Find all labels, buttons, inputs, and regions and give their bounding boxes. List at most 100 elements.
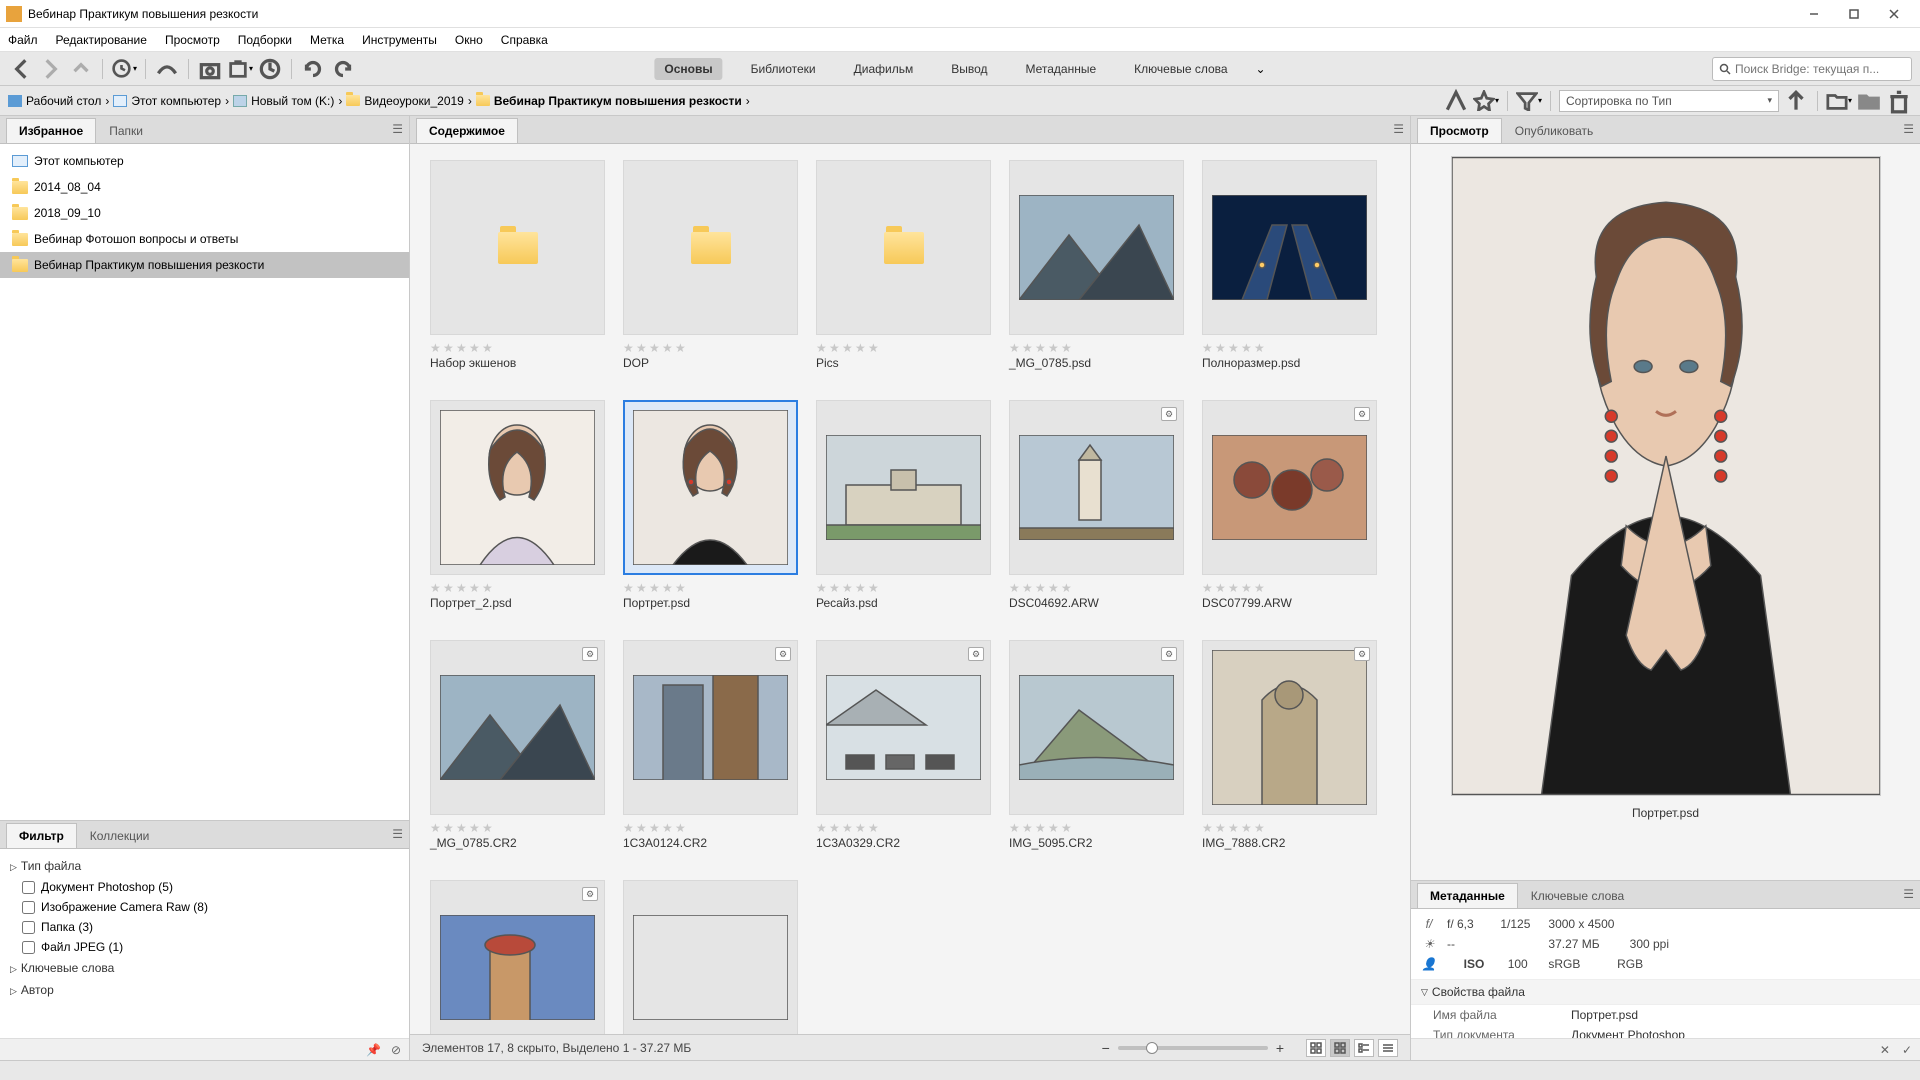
panel-menu-icon[interactable]: ☰ bbox=[1903, 887, 1914, 901]
sort-direction-button[interactable] bbox=[1783, 88, 1809, 114]
zoom-in-button[interactable]: + bbox=[1276, 1040, 1284, 1056]
view-grid-button[interactable] bbox=[1306, 1039, 1326, 1057]
tree-item[interactable]: Вебинар Практикум повышения резкости bbox=[0, 252, 409, 278]
view-thumbnail-button[interactable] bbox=[1330, 1039, 1350, 1057]
thumbnail[interactable]: ★★★★★ bbox=[623, 880, 798, 1034]
zoom-out-button[interactable]: − bbox=[1102, 1040, 1110, 1056]
rating[interactable]: ★★★★★ bbox=[1202, 581, 1377, 592]
menu-Окно[interactable]: Окно bbox=[455, 33, 483, 47]
rating[interactable]: ★★★★★ bbox=[1009, 821, 1184, 832]
menu-Редактирование[interactable]: Редактирование bbox=[56, 33, 147, 47]
rating[interactable]: ★★★★★ bbox=[1202, 341, 1377, 352]
filter-section[interactable]: ▷Автор bbox=[10, 979, 399, 1001]
filter-checkbox[interactable] bbox=[22, 881, 35, 894]
trash-button[interactable] bbox=[1886, 88, 1912, 114]
workspace-tab[interactable]: Основы bbox=[654, 58, 722, 80]
thumbnail[interactable]: ⚙★★★★★IMG_5095.CR2 bbox=[1009, 640, 1184, 850]
search-box[interactable] bbox=[1712, 57, 1912, 81]
tab-content[interactable]: Содержимое bbox=[416, 118, 518, 143]
thumbnail[interactable]: ⚙★★★★★DSC04692.ARW bbox=[1009, 400, 1184, 610]
new-folder-button[interactable]: ▾ bbox=[1826, 88, 1852, 114]
workspace-tab[interactable]: Вывод bbox=[941, 58, 997, 80]
breadcrumb-item[interactable]: Вебинар Практикум повышения резкости bbox=[476, 94, 742, 108]
tab-preview[interactable]: Просмотр bbox=[1417, 118, 1502, 143]
rating[interactable]: ★★★★★ bbox=[623, 581, 798, 592]
thumbnail[interactable]: ⚙★★★★★ bbox=[430, 880, 605, 1034]
filter-checkbox[interactable] bbox=[22, 941, 35, 954]
rating[interactable]: ★★★★★ bbox=[430, 341, 605, 352]
thumbnail[interactable]: ★★★★★Портрет.psd bbox=[623, 400, 798, 610]
tab-publish[interactable]: Опубликовать bbox=[1502, 118, 1606, 143]
filter-checkbox[interactable] bbox=[22, 901, 35, 914]
close-button[interactable] bbox=[1874, 0, 1914, 28]
cancel-meta-button[interactable]: ✕ bbox=[1880, 1043, 1890, 1057]
rotate-ccw-button[interactable] bbox=[300, 56, 326, 82]
workspace-tab[interactable]: Ключевые слова bbox=[1124, 58, 1237, 80]
tree-item[interactable]: Вебинар Фотошоп вопросы и ответы bbox=[0, 226, 409, 252]
back-button[interactable] bbox=[8, 56, 34, 82]
search-input[interactable] bbox=[1735, 62, 1905, 76]
camera-import-button[interactable] bbox=[197, 56, 223, 82]
workspace-tab[interactable]: Диафильм bbox=[844, 58, 924, 80]
output-button[interactable] bbox=[257, 56, 283, 82]
maximize-button[interactable] bbox=[1834, 0, 1874, 28]
rating[interactable]: ★★★★★ bbox=[430, 821, 605, 832]
rating[interactable]: ★★★★★ bbox=[816, 821, 991, 832]
rating[interactable]: ★★★★★ bbox=[816, 581, 991, 592]
rating[interactable]: ★★★★★ bbox=[1202, 821, 1377, 832]
meta-section-header[interactable]: ▽Свойства файла bbox=[1411, 980, 1920, 1005]
breadcrumb-item[interactable]: Этот компьютер bbox=[113, 94, 221, 108]
forward-button[interactable] bbox=[38, 56, 64, 82]
workspace-tab[interactable]: Библиотеки bbox=[741, 58, 826, 80]
filter-row[interactable]: Папка (3) bbox=[10, 917, 399, 937]
thumbnail[interactable]: ★★★★★Портрет_2.psd bbox=[430, 400, 605, 610]
rating[interactable]: ★★★★★ bbox=[430, 581, 605, 592]
star-filter-button[interactable]: ▾ bbox=[1473, 88, 1499, 114]
rating[interactable]: ★★★★★ bbox=[623, 821, 798, 832]
menu-Подборки[interactable]: Подборки bbox=[238, 33, 292, 47]
breadcrumb-item[interactable]: Видеоуроки_2019 bbox=[346, 94, 463, 108]
thumbnail[interactable]: ⚙★★★★★1C3A0124.CR2 bbox=[623, 640, 798, 850]
breadcrumb-item[interactable]: Рабочий стол bbox=[8, 94, 101, 108]
open-in-button[interactable]: ▾ bbox=[227, 56, 253, 82]
panel-menu-icon[interactable]: ☰ bbox=[392, 827, 403, 841]
rating[interactable]: ★★★★★ bbox=[1009, 581, 1184, 592]
breadcrumb-item[interactable]: Новый том (K:) bbox=[233, 94, 334, 108]
filter-funnel-button[interactable]: ▾ bbox=[1516, 88, 1542, 114]
filter-row[interactable]: Файл JPEG (1) bbox=[10, 937, 399, 957]
menu-Инструменты[interactable]: Инструменты bbox=[362, 33, 437, 47]
view-list-button[interactable] bbox=[1378, 1039, 1398, 1057]
filter-section[interactable]: ▷Ключевые слова bbox=[10, 957, 399, 979]
thumbnail[interactable]: ★★★★★Полноразмер.psd bbox=[1202, 160, 1377, 370]
panel-menu-icon[interactable]: ☰ bbox=[1393, 122, 1404, 136]
view-details-button[interactable] bbox=[1354, 1039, 1374, 1057]
rating[interactable]: ★★★★★ bbox=[816, 341, 991, 352]
tree-item[interactable]: 2018_09_10 bbox=[0, 200, 409, 226]
preview-image[interactable] bbox=[1451, 156, 1881, 796]
menu-Метка[interactable]: Метка bbox=[310, 33, 344, 47]
recent-button[interactable]: ▾ bbox=[111, 56, 137, 82]
menu-Файл[interactable]: Файл bbox=[8, 33, 38, 47]
workspace-more-icon[interactable]: ⌄ bbox=[1256, 62, 1266, 76]
pin-icon[interactable]: 📌 bbox=[366, 1043, 381, 1057]
thumbnail[interactable]: ⚙★★★★★_MG_0785.CR2 bbox=[430, 640, 605, 850]
apply-meta-button[interactable]: ✓ bbox=[1902, 1043, 1912, 1057]
clear-filter-icon[interactable]: ⊘ bbox=[391, 1043, 401, 1057]
rating[interactable]: ★★★★★ bbox=[623, 341, 798, 352]
thumbnail[interactable]: ⚙★★★★★1C3A0329.CR2 bbox=[816, 640, 991, 850]
reveal-button[interactable] bbox=[1443, 88, 1469, 114]
tab-folders[interactable]: Папки bbox=[96, 118, 156, 143]
workspace-tab[interactable]: Метаданные bbox=[1015, 58, 1106, 80]
sort-dropdown[interactable]: Сортировка по Тип▾ bbox=[1559, 90, 1779, 112]
rating[interactable]: ★★★★★ bbox=[1009, 341, 1184, 352]
boomerang-button[interactable] bbox=[154, 56, 180, 82]
open-folder-button[interactable] bbox=[1856, 88, 1882, 114]
tab-collections[interactable]: Коллекции bbox=[77, 823, 163, 848]
thumbnail[interactable]: ★★★★★Pics bbox=[816, 160, 991, 370]
thumbnail[interactable]: ★★★★★Набор экшенов bbox=[430, 160, 605, 370]
menu-Справка[interactable]: Справка bbox=[501, 33, 548, 47]
thumbnail[interactable]: ★★★★★DOP bbox=[623, 160, 798, 370]
up-button[interactable] bbox=[68, 56, 94, 82]
thumbnail[interactable]: ★★★★★_MG_0785.psd bbox=[1009, 160, 1184, 370]
tab-metadata[interactable]: Метаданные bbox=[1417, 883, 1518, 908]
